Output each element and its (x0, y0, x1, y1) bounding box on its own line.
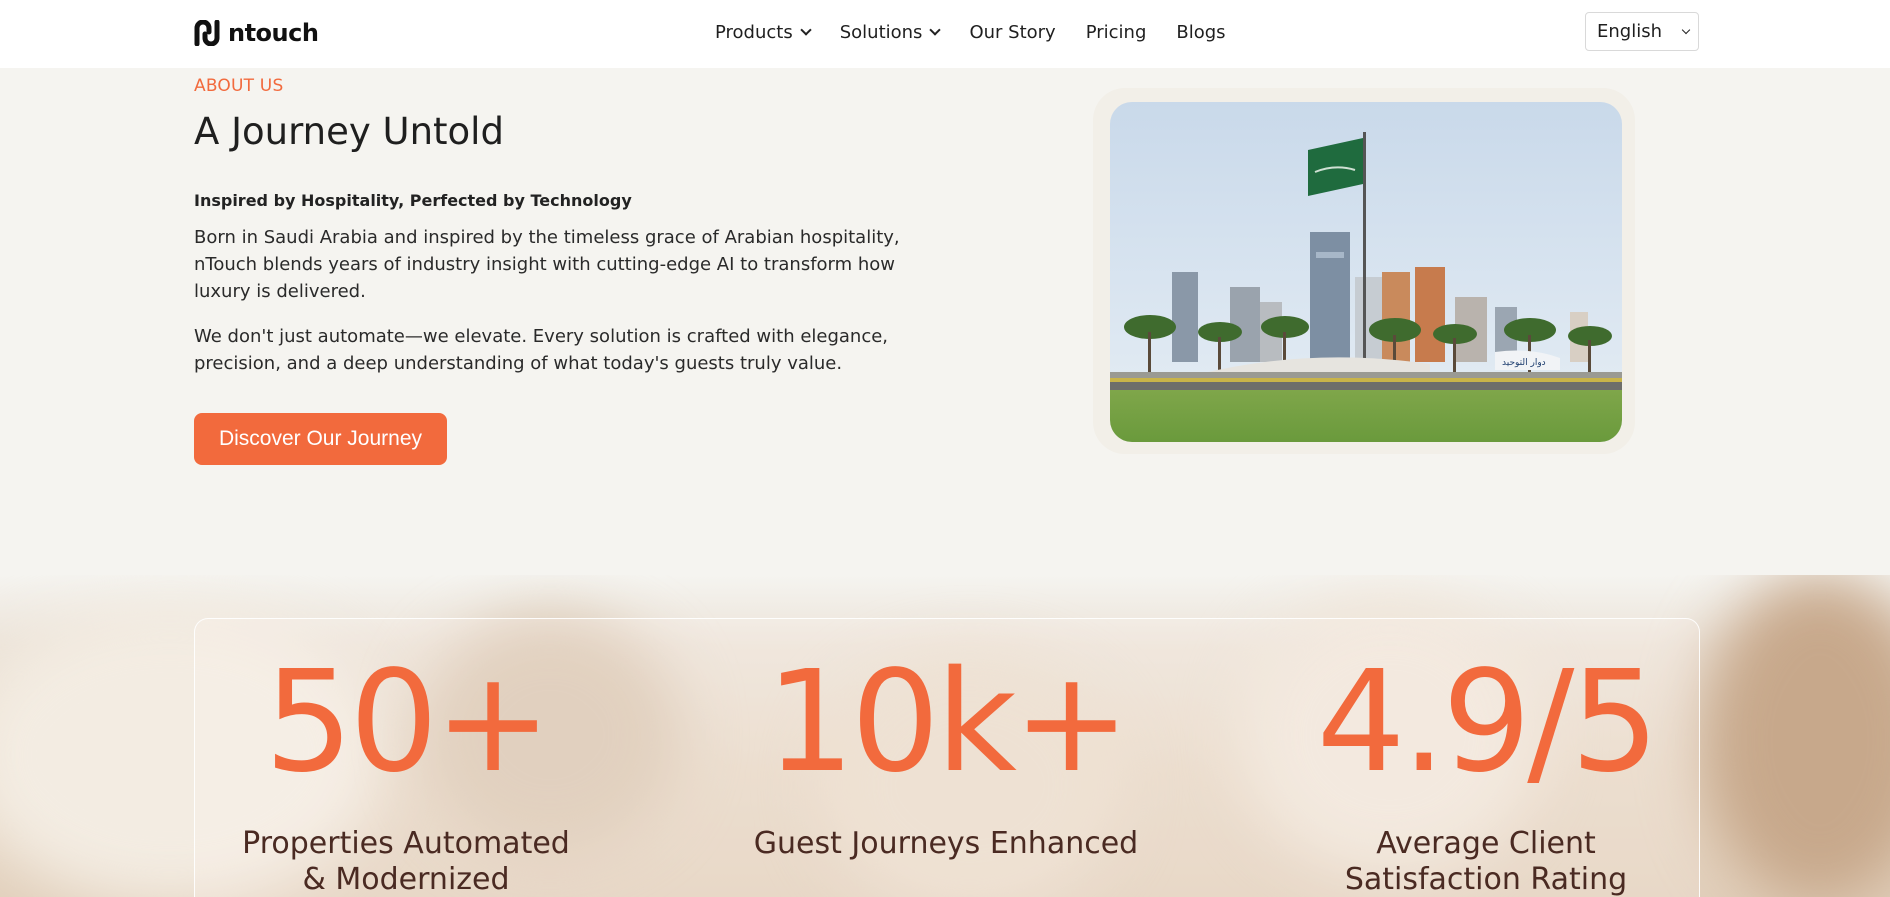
stat-label: Properties Automated & Modernized (242, 826, 570, 897)
nav-solutions-label: Solutions (839, 21, 923, 43)
stat-label: Guest Journeys Enhanced (753, 826, 1139, 861)
logo[interactable]: ntouch (194, 19, 319, 47)
nav-solutions[interactable]: Solutions (839, 21, 942, 43)
chevron-down-icon (929, 23, 942, 36)
nav-blogs[interactable]: Blogs (1176, 22, 1225, 43)
stat-value: 50+ (264, 641, 551, 804)
section-subtitle: Inspired by Hospitality, Perfected by Te… (194, 191, 632, 210)
stat-properties: 50+ Properties Automated & Modernized (186, 648, 626, 897)
language-select[interactable]: English (1585, 12, 1699, 51)
nav-products[interactable]: Products (715, 21, 812, 43)
stat-guest-journeys: 10k+ Guest Journeys Enhanced (726, 648, 1166, 862)
logo-text: ntouch (228, 19, 319, 47)
stat-value: 10k+ (765, 641, 1131, 804)
nav-products-label: Products (715, 21, 793, 43)
riyadh-skyline-photo: دوار التوحيد (1110, 102, 1622, 442)
image-sign-text: دوار التوحيد (1502, 358, 1546, 368)
chevron-down-icon (800, 23, 812, 36)
ntouch-logo-icon (194, 19, 220, 47)
site-header: ntouch Products Solutions Our Story Pric… (0, 0, 1890, 68)
nav-pricing[interactable]: Pricing (1086, 22, 1147, 43)
main-nav: Products Solutions Our Story Pricing Blo… (715, 18, 1226, 46)
language-value: English (1597, 21, 1662, 42)
nav-our-story[interactable]: Our Story (969, 22, 1055, 43)
stat-label: Average Client Satisfaction Rating (1344, 826, 1628, 897)
section-title: A Journey Untold (194, 110, 504, 153)
section-eyebrow: ABOUT US (194, 76, 284, 96)
stat-satisfaction: 4.9/5 Average Client Satisfaction Rating (1266, 648, 1706, 897)
stat-value: 4.9/5 (1316, 641, 1660, 804)
about-paragraph-1: Born in Saudi Arabia and inspired by the… (194, 227, 900, 302)
discover-journey-button[interactable]: Discover Our Journey (194, 413, 447, 465)
chevron-down-icon (1681, 25, 1691, 34)
about-paragraph-2: We don't just automate—we elevate. Every… (194, 326, 889, 374)
